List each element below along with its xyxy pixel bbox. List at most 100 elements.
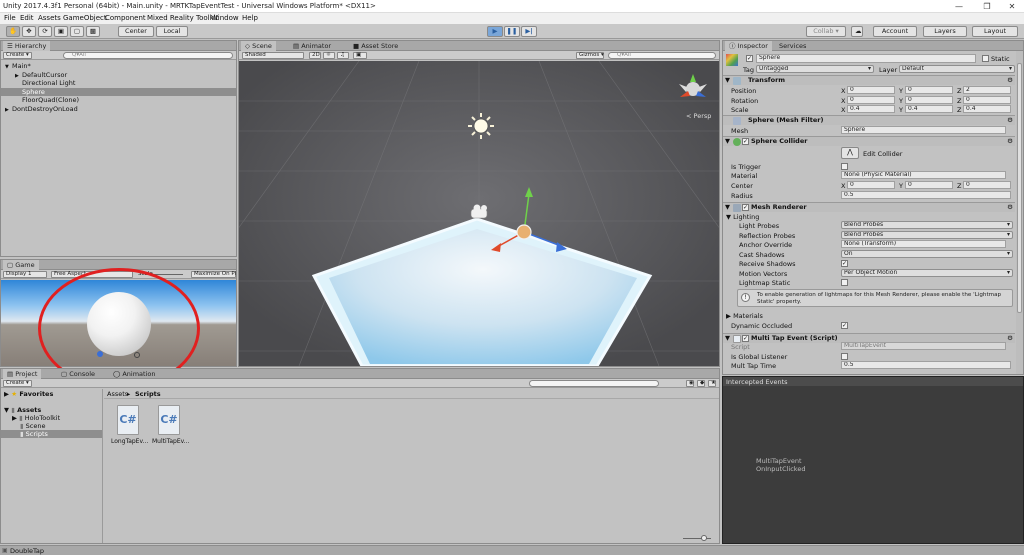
scene-search-input[interactable]: Q▾All — [608, 52, 716, 59]
menu-assets[interactable]: Assets — [38, 14, 61, 22]
settings-gear-icon[interactable]: ⚙ — [1007, 76, 1013, 85]
inspector-scrollbar[interactable] — [1016, 51, 1023, 374]
transform-x-field[interactable]: 0 — [847, 95, 895, 104]
collab-button[interactable]: Collab ▾ — [806, 26, 846, 37]
settings-gear-icon[interactable]: ⚙ — [1007, 116, 1013, 125]
tab-hierarchy[interactable]: ☰ Hierarchy — [3, 41, 51, 51]
tree-item-scripts[interactable]: ▮ Scripts — [1, 430, 102, 438]
active-checkbox[interactable]: ✓ — [746, 55, 753, 62]
materials-foldout[interactable]: ▶ Materials — [726, 312, 763, 320]
menu-gameobject[interactable]: GameObject — [63, 14, 107, 22]
collider-header[interactable]: ▼ ✓ Sphere Collider ⚙ — [723, 136, 1015, 146]
tab-services[interactable]: Services — [775, 41, 810, 51]
tab-asset-store[interactable]: ■ Asset Store — [349, 41, 402, 51]
menu-help[interactable]: Help — [242, 14, 258, 22]
mesh-field[interactable]: Sphere — [841, 126, 1006, 134]
transform-x-field[interactable]: 0 — [847, 86, 895, 94]
lighting-foldout[interactable]: ▼ Lighting — [726, 213, 759, 221]
transform-y-field[interactable]: 0.4 — [905, 105, 953, 113]
transform-z-field[interactable]: 0.4 — [963, 105, 1011, 113]
favorite-star-icon[interactable]: ★ — [708, 380, 716, 387]
hierarchy-item[interactable]: ▶ DefaultCursor — [1, 71, 236, 79]
foldout-arrow-icon[interactable]: ▶ — [5, 106, 12, 114]
hierarchy-item[interactable]: Directional Light — [1, 79, 236, 87]
pause-button[interactable]: ❚❚ — [504, 26, 520, 37]
script-file-icon[interactable]: C# — [158, 405, 180, 435]
lightmap-static-checkbox[interactable] — [841, 279, 848, 286]
file-label[interactable]: MultiTapEv... — [152, 438, 189, 445]
layer-dropdown[interactable]: Default — [899, 65, 1015, 73]
hierarchy-item[interactable]: Sphere — [1, 87, 236, 96]
menu-file[interactable]: File — [4, 14, 16, 22]
tree-item-scene[interactable]: ▮ Scene — [1, 422, 102, 430]
tree-item-holotoolkit[interactable]: ▶ ▮ HoloToolkit — [1, 414, 102, 422]
pivot-center-button[interactable]: Center — [118, 26, 154, 37]
script-file-icon[interactable]: C# — [117, 405, 139, 435]
edit-collider-button[interactable]: ⋀ — [841, 147, 859, 159]
renderer-enabled-checkbox[interactable]: ✓ — [742, 204, 749, 211]
radius-field[interactable]: 0.5 — [841, 191, 1011, 199]
static-checkbox[interactable] — [982, 55, 989, 62]
material-field[interactable]: None (Physic Material) — [841, 171, 1006, 179]
scene-view[interactable]: < Persp — [239, 61, 719, 366]
favorites-folder[interactable]: ▶ ★ Favorites — [1, 390, 102, 398]
filter-type-icon[interactable]: ◉ — [686, 380, 694, 387]
center-x-field[interactable]: 0 — [847, 181, 895, 189]
light-toggle-icon[interactable]: ☼ — [323, 52, 335, 59]
dynamic-occluded-checkbox[interactable]: ✓ — [841, 322, 848, 329]
transform-y-field[interactable]: 0 — [905, 86, 953, 94]
hierarchy-item[interactable]: ▶ DontDestroyOnLoad — [1, 105, 236, 113]
collider-enabled-checkbox[interactable]: ✓ — [742, 138, 749, 145]
hierarchy-create-button[interactable]: Create ▾ — [3, 52, 32, 59]
transform-tool-icon[interactable]: ▩ — [86, 26, 100, 37]
step-button[interactable]: ▶| — [521, 26, 537, 37]
tab-animation[interactable]: ◯ Animation — [109, 369, 159, 379]
persp-label[interactable]: < Persp — [686, 112, 711, 120]
tab-inspector[interactable]: ⓘ Inspector — [725, 41, 772, 51]
motion-vectors-dropdown[interactable]: Per Object Motion — [841, 269, 1013, 277]
anchor-override-field[interactable]: None (Transform) — [841, 240, 1006, 248]
menu-edit[interactable]: Edit — [20, 14, 34, 22]
2d-toggle[interactable]: 2D — [309, 52, 321, 59]
receive-shadows-checkbox[interactable]: ✓ — [841, 260, 848, 267]
tab-animator[interactable]: ▤ Animator — [289, 41, 335, 51]
transform-z-field[interactable]: 2 — [963, 86, 1011, 94]
reflection-probes-dropdown[interactable]: Blend Probes — [841, 231, 1013, 239]
game-view[interactable] — [1, 268, 236, 389]
slider-thumb[interactable] — [701, 535, 707, 541]
maximize-on-play-toggle[interactable]: Maximize On Pl — [191, 271, 236, 278]
effects-dropdown-icon[interactable]: ▣ — [353, 52, 367, 59]
move-tool-icon[interactable]: ✥ — [22, 26, 36, 37]
mult-tap-time-field[interactable]: 0.5 — [841, 361, 1011, 369]
hand-tool-icon[interactable]: ✋ — [6, 26, 20, 37]
light-probes-dropdown[interactable]: Blend Probes — [841, 221, 1013, 229]
menu-window[interactable]: Window — [211, 14, 239, 22]
hierarchy-item[interactable]: ▼ Main* — [1, 62, 236, 70]
layers-dropdown[interactable]: Layers — [923, 26, 967, 37]
project-create-button[interactable]: Create ▾ — [3, 380, 32, 387]
settings-gear-icon[interactable]: ⚙ — [1007, 334, 1013, 343]
file-label[interactable]: LongTapEv... — [111, 438, 148, 445]
meshfilter-header[interactable]: Sphere (Mesh Filter) ⚙ — [723, 115, 1015, 125]
tab-console[interactable]: ▢ Console — [57, 369, 99, 379]
scrollbar-thumb[interactable] — [1017, 63, 1022, 313]
center-y-field[interactable]: 0 — [905, 181, 953, 189]
transform-header[interactable]: ▼ Transform ⚙ — [723, 75, 1015, 85]
transform-z-field[interactable]: 0 — [963, 95, 1011, 104]
tab-project[interactable]: ▤ Project — [3, 369, 42, 379]
hierarchy-search-input[interactable]: Q▾All — [63, 52, 233, 59]
project-search-input[interactable] — [529, 380, 659, 387]
play-button[interactable]: ▶ — [487, 26, 503, 37]
assets-folder[interactable]: ▼ ▮ Assets — [1, 406, 102, 414]
breadcrumb-scripts[interactable]: Scripts — [135, 390, 161, 398]
maximize-button[interactable]: ❐ — [978, 1, 996, 12]
script-enabled-checkbox[interactable]: ✓ — [742, 335, 749, 342]
shading-dropdown[interactable]: Shaded — [242, 52, 304, 59]
close-button[interactable]: ✕ — [1003, 1, 1021, 12]
tab-scene[interactable]: ◇ Scene — [241, 41, 276, 51]
pivot-local-button[interactable]: Local — [156, 26, 188, 37]
renderer-header[interactable]: ▼ ✓ Mesh Renderer ⚙ — [723, 202, 1015, 212]
scale-tool-icon[interactable]: ▣ — [54, 26, 68, 37]
layout-dropdown[interactable]: Layout — [972, 26, 1018, 37]
cloud-icon[interactable]: ☁ — [851, 26, 863, 37]
